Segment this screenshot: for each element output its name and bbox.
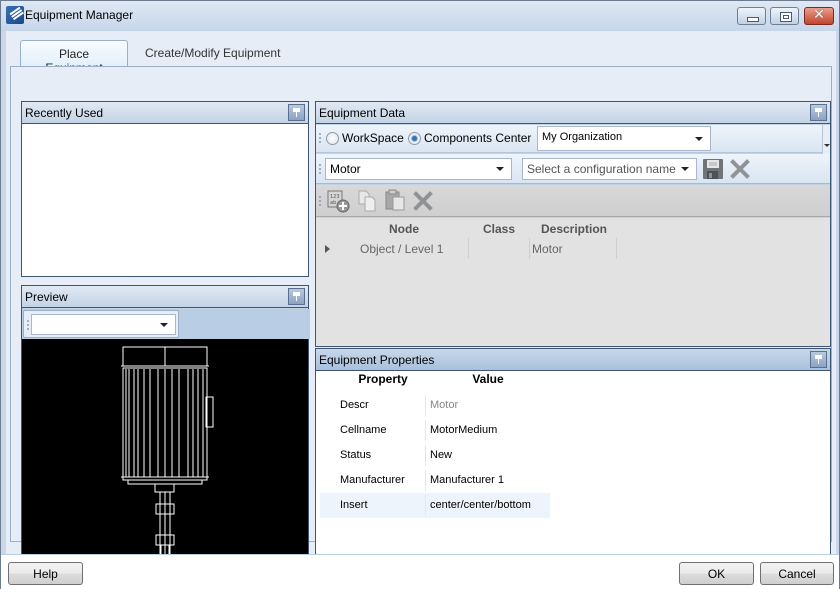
tab-create-modify-equipment[interactable]: Create/Modify Equipment bbox=[133, 40, 292, 67]
column-header-node[interactable]: Node bbox=[346, 222, 462, 236]
source-toolbar: WorkSpace Components Center My Organizat… bbox=[316, 125, 824, 153]
preview-canvas[interactable] bbox=[22, 339, 308, 572]
grip-handle[interactable] bbox=[319, 195, 321, 207]
column-header-class[interactable]: Class bbox=[469, 222, 529, 236]
grip-handle[interactable] bbox=[27, 319, 29, 331]
property-row-status[interactable]: Status New bbox=[320, 443, 550, 468]
dialog-footer: Help OK Cancel bbox=[1, 554, 839, 589]
place-equipment-page: Recently Used Preview Equipment Data Wor… bbox=[10, 66, 832, 574]
cancel-button[interactable]: Cancel bbox=[760, 562, 834, 585]
components-center-radio[interactable] bbox=[408, 132, 421, 145]
equipment-node-grid[interactable]: Node Class Description Object / Level 1 … bbox=[316, 218, 830, 346]
delete-icon bbox=[413, 191, 433, 211]
property-row-manufacturer[interactable]: Manufacturer Manufacturer 1 bbox=[320, 468, 550, 493]
equipment-manager-window: Equipment Manager ✕ Place Equipment Crea… bbox=[0, 0, 840, 589]
preview-view-select[interactable] bbox=[31, 314, 176, 335]
recently-used-list[interactable] bbox=[22, 125, 308, 276]
column-header-description[interactable]: Description bbox=[530, 222, 618, 236]
equipment-type-select[interactable]: Motor bbox=[325, 158, 512, 180]
add-node-button[interactable]: 123 ab bbox=[326, 189, 350, 216]
close-icon: ✕ bbox=[813, 7, 825, 23]
ok-button[interactable]: OK bbox=[679, 562, 754, 585]
chevron-down-icon bbox=[160, 322, 168, 327]
minimize-button[interactable] bbox=[737, 7, 766, 25]
node-toolbar: 123 ab bbox=[316, 185, 830, 217]
preview-panel: Preview bbox=[21, 285, 310, 573]
maximize-button[interactable] bbox=[770, 7, 799, 25]
chevron-down-icon bbox=[496, 167, 504, 171]
recently-used-panel: Recently Used bbox=[21, 101, 309, 277]
delete-configuration-button[interactable] bbox=[730, 159, 750, 182]
workspace-radio[interactable] bbox=[326, 132, 339, 145]
copy-icon bbox=[358, 190, 376, 212]
app-icon bbox=[6, 6, 24, 24]
save-icon bbox=[703, 159, 723, 179]
toolbar-overflow-button[interactable] bbox=[822, 125, 830, 154]
equipment-data-title: Equipment Data bbox=[319, 106, 406, 120]
delete-node-button[interactable] bbox=[413, 191, 433, 214]
preview-toolstrip bbox=[23, 310, 179, 338]
add-node-icon: 123 ab bbox=[327, 190, 350, 213]
pin-icon[interactable] bbox=[810, 351, 827, 368]
window-title: Equipment Manager bbox=[25, 8, 134, 22]
chevron-down-icon bbox=[695, 136, 703, 141]
equipment-type-toolbar: Motor Select a configuration name bbox=[316, 154, 830, 184]
help-button[interactable]: Help bbox=[8, 562, 83, 585]
delete-icon bbox=[730, 159, 750, 179]
workspace-radio-label[interactable]: WorkSpace bbox=[342, 131, 404, 145]
tab-place-equipment[interactable]: Place Equipment bbox=[20, 40, 128, 75]
copy-button[interactable] bbox=[357, 190, 379, 215]
preview-title: Preview bbox=[25, 290, 68, 304]
preview-header: Preview bbox=[22, 286, 308, 308]
description-cell: Motor bbox=[532, 242, 563, 256]
components-center-radio-label[interactable]: Components Center bbox=[424, 131, 531, 145]
grip-handle[interactable] bbox=[319, 163, 321, 175]
equipment-data-panel: Equipment Data WorkSpace Components Cent… bbox=[315, 101, 831, 347]
equipment-data-header: Equipment Data bbox=[316, 102, 830, 124]
property-row-descr[interactable]: Descr Motor bbox=[320, 393, 550, 418]
equipment-properties-title: Equipment Properties bbox=[319, 353, 435, 367]
column-divider bbox=[468, 238, 469, 259]
title-bar[interactable]: Equipment Manager ✕ bbox=[1, 1, 839, 31]
pin-icon[interactable] bbox=[288, 104, 305, 121]
property-row-cellname[interactable]: Cellname MotorMedium bbox=[320, 418, 550, 443]
column-divider bbox=[529, 238, 530, 259]
save-configuration-button[interactable] bbox=[702, 158, 724, 183]
paste-icon bbox=[385, 189, 405, 211]
preview-toolbar bbox=[22, 309, 310, 339]
node-cell: Object / Level 1 bbox=[360, 242, 444, 256]
svg-text:ab: ab bbox=[330, 200, 336, 206]
recently-used-title: Recently Used bbox=[25, 106, 104, 120]
close-button[interactable]: ✕ bbox=[804, 7, 834, 25]
column-header-value[interactable]: Value bbox=[426, 372, 550, 390]
equipment-properties-header: Equipment Properties bbox=[316, 349, 830, 371]
column-divider bbox=[616, 238, 617, 259]
paste-button[interactable] bbox=[384, 189, 406, 214]
client-area: Place Equipment Create/Modify Equipment … bbox=[6, 31, 836, 574]
grip-handle[interactable] bbox=[319, 132, 321, 144]
chevron-down-icon bbox=[681, 167, 689, 171]
row-selector-icon bbox=[325, 245, 330, 253]
configuration-select[interactable]: Select a configuration name bbox=[522, 158, 697, 180]
recently-used-header: Recently Used bbox=[22, 102, 308, 124]
organization-select[interactable]: My Organization bbox=[537, 126, 711, 151]
pin-icon[interactable] bbox=[288, 288, 305, 305]
equipment-properties-panel: Equipment Properties Property Value Desc… bbox=[315, 348, 831, 574]
motor-drawing bbox=[121, 346, 214, 562]
property-row-insert[interactable]: Insert center/center/bottom bbox=[320, 493, 550, 518]
pin-icon[interactable] bbox=[810, 104, 827, 121]
